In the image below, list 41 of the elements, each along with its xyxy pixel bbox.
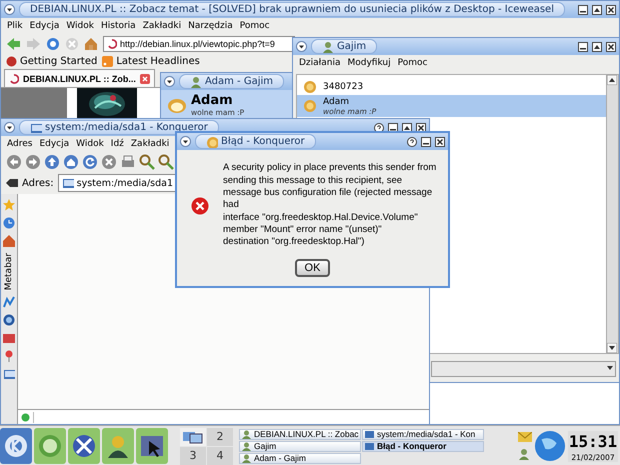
task-button[interactable]: Adam - Gajim	[239, 452, 361, 464]
menu-item[interactable]: Narzędzia	[188, 21, 233, 31]
menu-item[interactable]: Edycja	[30, 21, 60, 31]
window-title: DEBIAN.LINUX.PL :: Zobacz temat - [SOLVED] brak uprawniem do usuniecia plików z Desktop - Iceweasel	[19, 2, 565, 17]
menu-item[interactable]: Idź	[110, 139, 124, 149]
menu-item[interactable]: Plik	[7, 21, 23, 31]
contact-name: Adam	[323, 96, 350, 106]
contact-name: 3480723	[323, 82, 364, 92]
task-button[interactable]: DEBIAN.LINUX.PL :: Zobac	[239, 428, 361, 440]
location-field[interactable]: system:/media/sda1	[58, 174, 178, 192]
menu-item[interactable]: Widok	[76, 139, 104, 149]
window-title: Adam - Gajim	[179, 74, 284, 89]
browser-tab[interactable]: DEBIAN.LINUX.PL :: Zob...	[4, 69, 155, 87]
ok-button[interactable]: OK	[294, 259, 330, 277]
menu-item[interactable]: Widok	[66, 21, 94, 31]
bookmark-link[interactable]: Getting Started	[6, 56, 98, 67]
menu-item[interactable]: Zakładki	[130, 139, 170, 149]
sidebar-tab[interactable]: Metabar	[4, 253, 14, 290]
menu-item[interactable]: Modyfikuj	[347, 58, 391, 68]
task-button[interactable]: system:/media/sda1 - Kon	[362, 428, 484, 440]
location-label: Adres:	[22, 178, 54, 188]
menu-item[interactable]: Pomoc	[240, 21, 270, 31]
menu-item[interactable]: Zakładki	[142, 21, 182, 31]
window-title: Błąd - Konqueror	[195, 134, 316, 149]
menu-item[interactable]: Działania	[299, 58, 340, 68]
menu-item[interactable]: Edycja	[39, 139, 70, 149]
menu-item[interactable]: Historia	[100, 21, 136, 31]
desktop-button[interactable]: 2	[207, 428, 233, 446]
window-title: system:/media/sda1 - Konqueror	[19, 120, 219, 135]
bookmark-link[interactable]: Latest Headlines	[102, 56, 200, 67]
error-message: A security policy in place prevents this sender from sending this message to this recipient, see message bus configuration file (rejected message had interface "org.freedesktop.Hal.Device.Volume" member "Mount" error name "(unset)" destination "org.freedesktop.Hal")	[223, 162, 436, 249]
address-field[interactable]: http://debian.linux.pl/viewtopic.php?t=9	[103, 36, 295, 52]
menu-item[interactable]: Pomoc	[398, 58, 428, 68]
desktop-button[interactable]: 3	[180, 446, 206, 464]
task-button[interactable]: Gajim	[239, 440, 361, 452]
desktop-button[interactable]: 4	[207, 446, 233, 464]
window-title: Gajim	[311, 39, 378, 54]
contact-row[interactable]: 3480723	[297, 78, 606, 95]
contact-name: Adam	[191, 94, 234, 108]
task-button[interactable]: Błąd - Konqueror	[362, 440, 484, 452]
menu-item[interactable]: Adres	[7, 139, 32, 149]
